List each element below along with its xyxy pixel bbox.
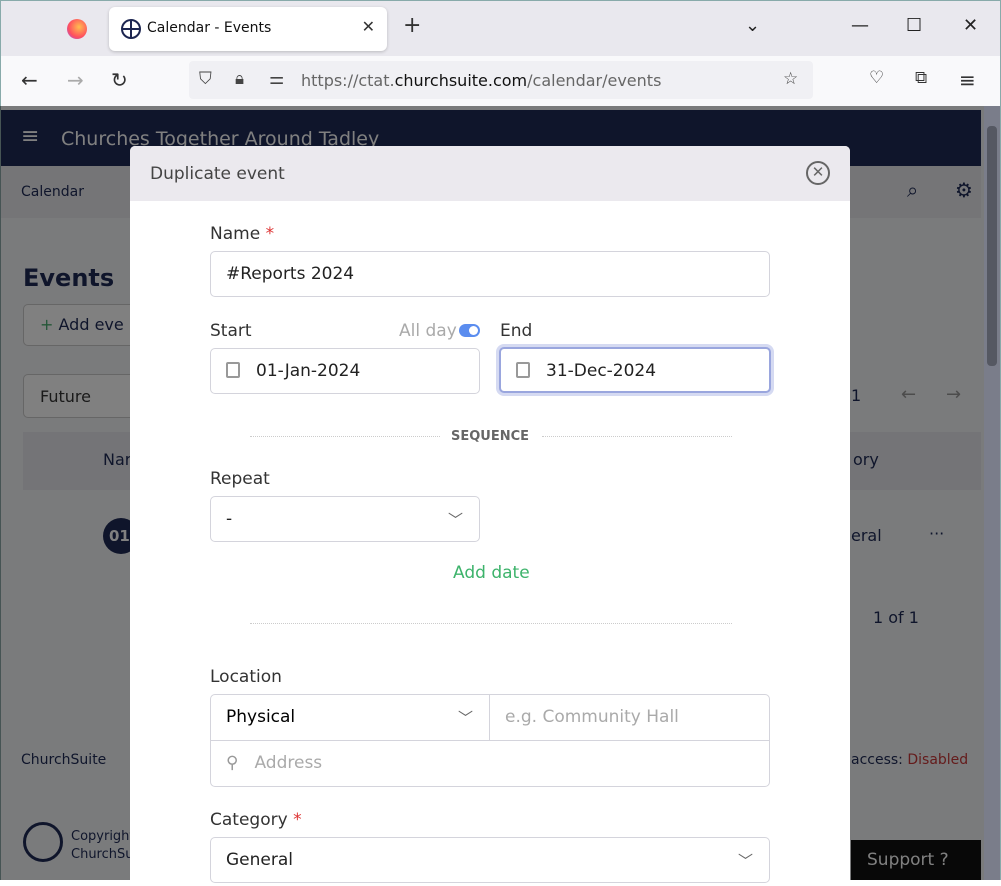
chevron-down-icon: ﹀ — [447, 511, 463, 529]
firefox-icon — [67, 19, 87, 39]
tab-list-icon[interactable]: ⌄ — [745, 15, 760, 36]
calendar-icon — [226, 362, 240, 378]
support-button[interactable]: Support ? — [851, 840, 981, 880]
browser-nav-bar: ← → ↻ ⛉ 🔒︎ ⚌ https://ctat.churchsuite.co… — [0, 56, 1001, 106]
page-indicator: 1 — [851, 386, 862, 405]
new-tab-icon[interactable]: + — [403, 13, 421, 38]
browser-tab-bar: Calendar - Events ✕ + ⌄ — ☐ ✕ — [0, 0, 1001, 56]
modal-title: Duplicate event — [150, 164, 285, 184]
nav-calendar[interactable]: Calendar — [21, 184, 84, 200]
col-category: ory — [853, 450, 879, 469]
map-pin-icon: ⚲ — [226, 753, 239, 773]
col-name: Nar — [103, 450, 132, 469]
location-group: Physical ﹀ e.g. Community Hall ⚲ Address — [210, 694, 770, 787]
churchsuite-icon — [121, 19, 141, 39]
end-date-input[interactable]: 31-Dec-2024 — [546, 361, 656, 381]
url-domain: churchsuite.com — [394, 71, 528, 90]
start-label: Start — [210, 321, 252, 341]
access-label: access: — [851, 752, 903, 768]
minimize-icon[interactable]: — — [851, 15, 869, 36]
category-select[interactable]: General ﹀ — [210, 837, 770, 883]
allday-toggle[interactable] — [459, 324, 480, 337]
name-label: Name * — [210, 224, 275, 244]
close-window-icon[interactable]: ✕ — [963, 15, 978, 36]
maximize-icon[interactable]: ☐ — [906, 15, 922, 36]
access-value: Disabled — [907, 752, 969, 768]
shield-icon[interactable]: ⛉ — [199, 69, 212, 89]
allday-label: All day — [399, 321, 457, 341]
prev-page-icon[interactable]: ← — [901, 384, 916, 405]
row-category: eral — [851, 526, 882, 545]
end-label: End — [500, 321, 533, 341]
hamburger-icon[interactable]: ≡ — [21, 124, 39, 149]
sequence-heading: SEQUENCE — [451, 429, 530, 444]
copyright: Copyright ChurchSu — [71, 829, 135, 862]
events-title: Events — [23, 264, 115, 292]
bookmark-star-icon[interactable]: ☆ — [783, 69, 798, 89]
duplicate-event-modal: Duplicate event ✕ Name * #Reports 2024 S… — [130, 146, 850, 886]
url-path: /calendar/events?view=active_futu — [527, 71, 661, 90]
back-icon[interactable]: ← — [21, 68, 38, 92]
menu-icon[interactable]: ≡ — [959, 68, 976, 92]
location-type-select[interactable]: Physical ﹀ — [211, 695, 490, 741]
close-icon[interactable]: ✕ — [806, 161, 830, 185]
repeat-label: Repeat — [210, 469, 270, 489]
extensions-icon[interactable]: ⧉ — [915, 68, 927, 88]
browser-tab[interactable]: Calendar - Events ✕ — [109, 7, 387, 51]
reload-icon[interactable]: ↻ — [111, 68, 128, 92]
search-icon[interactable]: ⌕ — [907, 178, 918, 202]
add-date-link[interactable]: Add date — [453, 563, 530, 583]
page-scrollbar[interactable] — [984, 106, 1001, 880]
chevron-down-icon: ﹀ — [737, 852, 753, 870]
location-label: Location — [210, 667, 282, 687]
url-prefix: https://ctat. — [301, 71, 395, 90]
calendar-icon — [516, 362, 530, 378]
forward-icon[interactable]: → — [67, 68, 84, 92]
pocket-icon[interactable]: ♡ — [869, 68, 884, 88]
lock-icon[interactable]: 🔒︎ — [235, 69, 244, 89]
churchsuite-logo — [23, 822, 63, 862]
location-name-input[interactable]: e.g. Community Hall — [490, 695, 769, 741]
address-input[interactable]: ⚲ Address — [211, 741, 769, 787]
footer-brand: ChurchSuite — [21, 752, 107, 768]
name-input[interactable]: #Reports 2024 — [210, 251, 770, 297]
chevron-down-icon: ﹀ — [457, 709, 473, 727]
page-indicator-bottom: 1 of 1 — [873, 608, 919, 627]
row-menu-button[interactable]: ··· — [929, 524, 944, 543]
close-tab-icon[interactable]: ✕ — [362, 17, 375, 36]
next-page-icon[interactable]: → — [946, 384, 961, 405]
category-label: Category * — [210, 810, 302, 830]
address-bar[interactable]: ⛉ 🔒︎ ⚌ https://ctat.churchsuite.com/cale… — [189, 61, 813, 99]
permissions-icon[interactable]: ⚌ — [269, 69, 284, 89]
repeat-select[interactable]: - ﹀ — [210, 496, 480, 542]
tab-title: Calendar - Events — [147, 20, 272, 36]
start-date-input[interactable]: 01-Jan-2024 — [256, 361, 360, 381]
settings-icon[interactable]: ⚙ — [955, 178, 973, 202]
add-event-label: Add eve — [58, 315, 124, 334]
modal-header: Duplicate event ✕ — [130, 146, 850, 201]
